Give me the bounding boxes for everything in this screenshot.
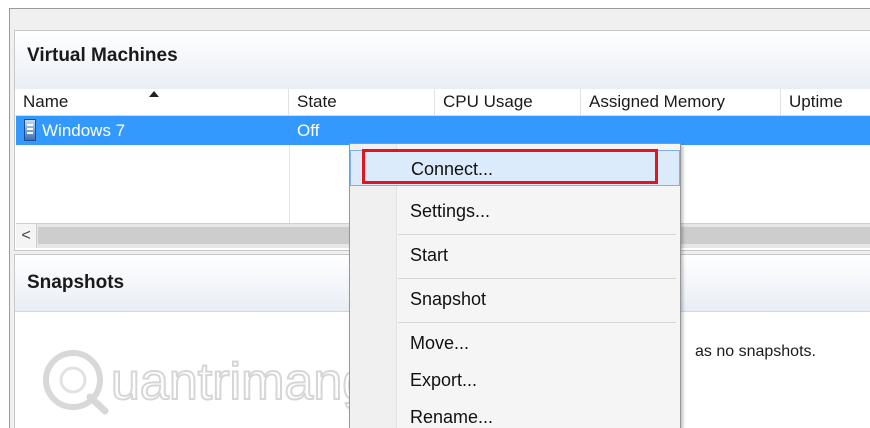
vm-state: Off xyxy=(297,121,320,140)
column-header-cpu-usage[interactable]: CPU Usage xyxy=(435,89,581,115)
virtual-machines-title: Virtual Machines xyxy=(27,45,178,66)
vm-name: Windows 7 xyxy=(42,121,126,140)
scroll-left-icon[interactable]: < xyxy=(16,224,37,248)
column-headers: Name State CPU Usage Assigned Memory Upt… xyxy=(15,89,870,116)
no-snapshots-message: as no snapshots. xyxy=(695,343,816,360)
menu-item-start[interactable]: Start xyxy=(350,237,680,273)
sort-ascending-icon xyxy=(149,91,159,97)
virtual-machine-icon xyxy=(24,119,36,141)
menu-item-export[interactable]: Export... xyxy=(350,362,680,398)
vm-row-windows-7[interactable]: Windows 7 Off xyxy=(16,116,870,145)
menu-item-rename[interactable]: Rename... xyxy=(350,399,680,428)
column-divider xyxy=(289,145,290,223)
menu-item-settings[interactable]: Settings... xyxy=(350,193,680,229)
context-menu: Connect... Settings... Start Snapshot Mo… xyxy=(349,143,681,428)
column-header-assigned-memory[interactable]: Assigned Memory xyxy=(581,89,781,115)
virtual-machines-header: Virtual Machines xyxy=(15,31,870,90)
column-header-uptime[interactable]: Uptime xyxy=(781,89,870,115)
menu-separator xyxy=(398,278,676,279)
column-header-state[interactable]: State xyxy=(289,89,435,115)
menu-item-move[interactable]: Move... xyxy=(350,325,680,361)
menu-separator xyxy=(398,322,676,323)
menu-item-snapshot[interactable]: Snapshot xyxy=(350,281,680,317)
snapshots-title: Snapshots xyxy=(27,272,125,293)
column-header-name[interactable]: Name xyxy=(15,89,289,115)
watermark-text: uantrimang xyxy=(111,353,371,411)
column-header-name-label: Name xyxy=(23,92,69,111)
connect-highlight-box xyxy=(362,149,658,184)
menu-separator xyxy=(398,234,676,235)
